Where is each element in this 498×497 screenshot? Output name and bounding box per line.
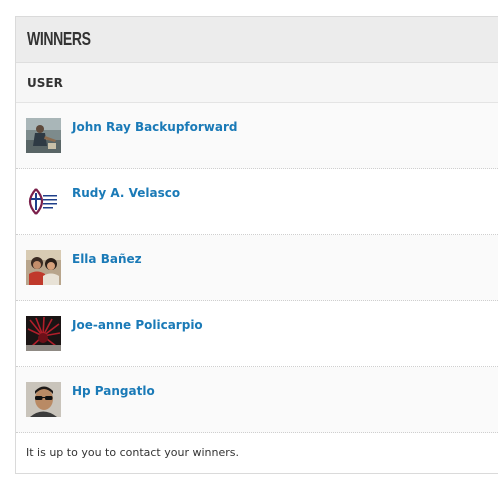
user-name-link[interactable]: John Ray Backupforward: [72, 120, 238, 134]
panel-title: WINNERS: [27, 29, 91, 49]
user-name-link[interactable]: Hp Pangatlo: [72, 384, 155, 398]
user-name-link[interactable]: Joe-anne Policarpio: [72, 318, 203, 332]
user-name-link[interactable]: Rudy A. Velasco: [72, 186, 180, 200]
avatar[interactable]: [26, 118, 61, 153]
avatar[interactable]: [26, 250, 61, 285]
list-item: Joe-anne Policarpio: [16, 301, 498, 367]
panel-header: WINNERS: [16, 17, 498, 63]
avatar[interactable]: [26, 382, 61, 417]
user-name-link[interactable]: Ella Bañez: [72, 252, 142, 266]
column-header-user: USER: [16, 63, 498, 103]
avatar[interactable]: [26, 316, 61, 351]
list-item: Hp Pangatlo: [16, 367, 498, 433]
winners-panel: WINNERS USER John Ray Backupforward Rudy…: [15, 16, 498, 474]
list-item: Ella Bañez: [16, 235, 498, 301]
list-item: John Ray Backupforward: [16, 103, 498, 169]
footer-note: It is up to you to contact your winners.: [26, 446, 239, 459]
avatar[interactable]: [26, 184, 61, 219]
list-item: Rudy A. Velasco: [16, 169, 498, 235]
